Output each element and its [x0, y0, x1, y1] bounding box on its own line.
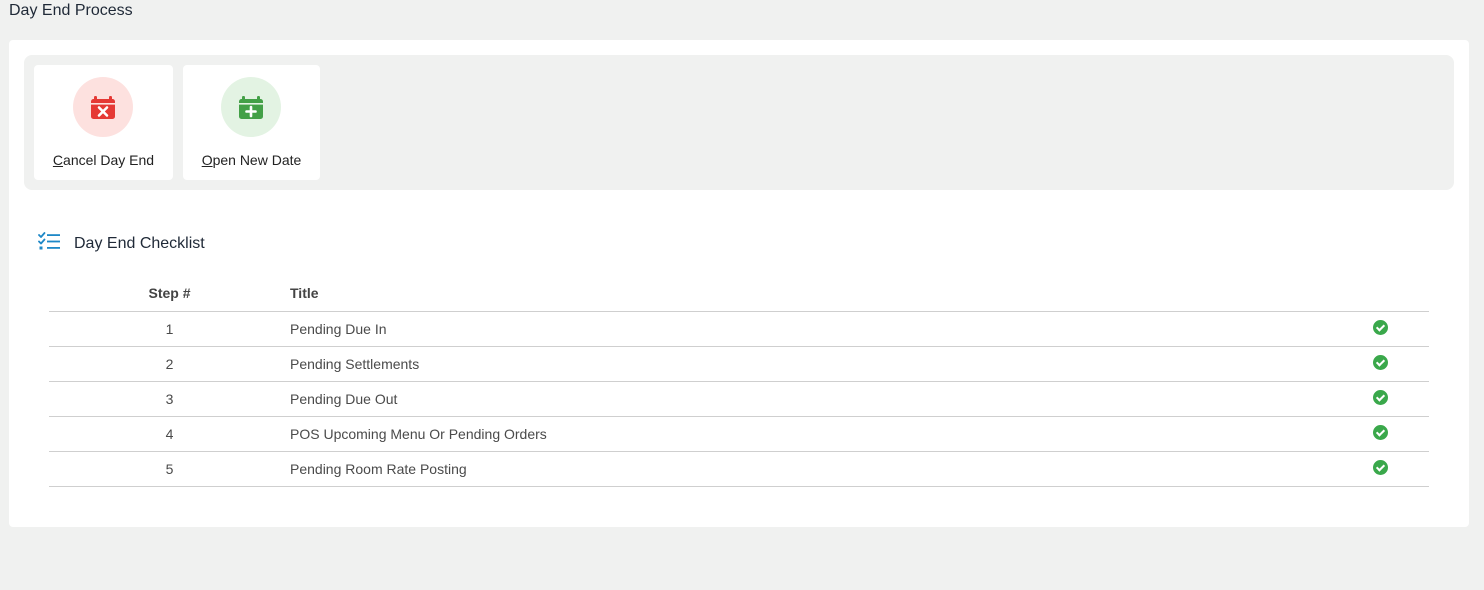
table-header-row: Step # Title	[49, 276, 1429, 312]
step-title: POS Upcoming Menu Or Pending Orders	[290, 416, 1319, 452]
column-header-title: Title	[290, 276, 1319, 312]
calendar-cancel-icon	[73, 77, 133, 137]
check-circle-icon	[1373, 459, 1388, 475]
step-title: Pending Room Rate Posting	[290, 451, 1319, 487]
step-title: Pending Settlements	[290, 346, 1319, 382]
status-cell	[1319, 311, 1429, 347]
cancel-day-end-button[interactable]: Cancel Day End	[34, 65, 173, 180]
table-row[interactable]: 3 Pending Due Out	[49, 381, 1429, 417]
step-title: Pending Due In	[290, 311, 1319, 347]
checklist-header: Day End Checklist	[38, 232, 205, 255]
step-number: 3	[49, 381, 290, 417]
open-new-date-label: Open New Date	[201, 152, 302, 168]
table-row[interactable]: 5 Pending Room Rate Posting	[49, 451, 1429, 487]
cancel-day-end-label: Cancel Day End	[52, 152, 155, 168]
step-title: Pending Due Out	[290, 381, 1319, 417]
status-cell	[1319, 416, 1429, 452]
step-number: 2	[49, 346, 290, 382]
status-cell	[1319, 346, 1429, 382]
check-circle-icon	[1373, 354, 1388, 370]
check-circle-icon	[1373, 319, 1388, 335]
column-header-step: Step #	[49, 276, 290, 312]
open-new-date-button[interactable]: Open New Date	[183, 65, 320, 180]
step-number: 1	[49, 311, 290, 347]
column-header-status	[1319, 276, 1429, 312]
check-circle-icon	[1373, 389, 1388, 405]
action-toolbar: Cancel Day End Open New Date	[24, 55, 1454, 190]
main-panel: Cancel Day End Open New Date Day End Che…	[9, 40, 1469, 527]
table-row[interactable]: 4 POS Upcoming Menu Or Pending Orders	[49, 416, 1429, 452]
status-cell	[1319, 381, 1429, 417]
step-number: 4	[49, 416, 290, 452]
table-row[interactable]: 1 Pending Due In	[49, 311, 1429, 347]
checklist-icon	[38, 232, 60, 255]
checklist-title: Day End Checklist	[74, 234, 205, 252]
status-cell	[1319, 451, 1429, 487]
checklist-table: Step # Title 1 Pending Due In 2 Pending …	[49, 276, 1429, 487]
page-title: Day End Process	[9, 2, 133, 19]
check-circle-icon	[1373, 424, 1388, 440]
step-number: 5	[49, 451, 290, 487]
calendar-plus-icon	[221, 77, 281, 137]
table-row[interactable]: 2 Pending Settlements	[49, 346, 1429, 382]
